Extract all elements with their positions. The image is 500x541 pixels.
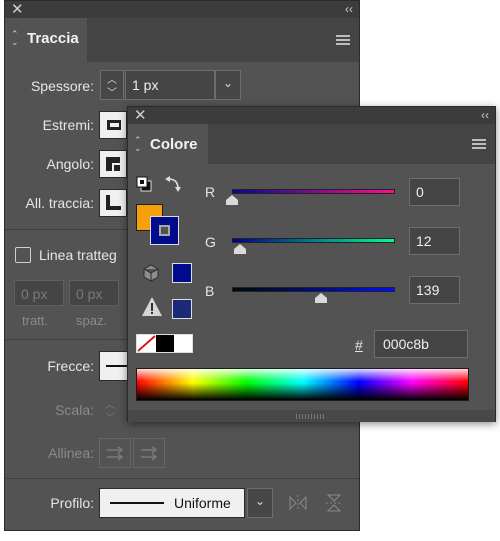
r-value: 0	[416, 184, 424, 200]
hex-label: #	[355, 337, 363, 353]
r-label: R	[205, 184, 216, 200]
resize-grip[interactable]	[128, 410, 495, 422]
close-icon[interactable]: ✕	[134, 107, 147, 124]
dashed-line-label: Linea tratteg	[39, 247, 117, 263]
none-black-white-swatches	[136, 334, 193, 353]
g-slider-track[interactable]	[232, 238, 395, 243]
align-stroke-icon	[106, 195, 121, 210]
color-panel: ✕ ‹‹ ⌃ ⌄ Colore R 0 G 12 B 139 # 000c8b	[127, 106, 496, 422]
warning-icon	[142, 297, 162, 316]
r-slider-thumb[interactable]	[226, 195, 238, 205]
white-swatch[interactable]	[174, 335, 192, 352]
b-label: B	[205, 283, 215, 299]
miter-join-button[interactable]	[99, 150, 127, 178]
weight-label: Spessore:	[30, 78, 94, 94]
weight-value: 1 px	[132, 77, 159, 93]
arrowheads-label: Frecce:	[47, 358, 94, 374]
profile-label: Profilo:	[50, 495, 94, 511]
black-swatch[interactable]	[156, 335, 174, 352]
b-slider-track[interactable]	[232, 287, 395, 292]
scale-stepper[interactable]: ︿ ﹀	[100, 396, 122, 426]
chevron-down-icon: ﹀	[105, 413, 115, 424]
dash-input-1[interactable]: 0 px	[14, 280, 64, 306]
align-arrows-label: Allinea:	[48, 445, 94, 461]
chevron-down-icon: ⌄	[223, 76, 234, 90]
panel-menu-icon[interactable]	[336, 35, 350, 45]
chevron-down-icon: ﹀	[107, 88, 117, 99]
uniform-profile-line-icon	[110, 502, 164, 504]
gap-caption: spaz.	[76, 313, 108, 328]
tab-color[interactable]: ⌃ ⌄ Colore	[128, 124, 208, 164]
g-slider-thumb[interactable]	[234, 244, 246, 254]
flip-across-icon[interactable]	[324, 493, 344, 513]
stroke-swatch[interactable]	[150, 216, 179, 245]
arrow-align-icon	[107, 446, 124, 461]
tab-arrows-icon: ⌃ ⌄	[11, 29, 19, 47]
tab-arrows-icon: ⌃ ⌄	[134, 135, 142, 153]
arrow-tip-beyond-button[interactable]	[99, 438, 131, 468]
hex-value: 000c8b	[383, 336, 429, 352]
gap-value: 0 px	[76, 286, 103, 302]
profile-dropdown-button[interactable]: ⌄	[247, 488, 273, 518]
chevron-down-icon: ⌄	[255, 494, 266, 508]
collapse-icon[interactable]: ‹‹	[481, 107, 489, 124]
r-value-input[interactable]: 0	[409, 178, 460, 206]
cube-icon	[143, 264, 159, 282]
color-spectrum[interactable]	[136, 368, 469, 401]
tab-stroke[interactable]: ⌃ ⌄ Traccia	[5, 18, 87, 62]
panel-menu-icon[interactable]	[472, 139, 486, 149]
stroke-swatch-inner	[159, 225, 170, 236]
arrow-align-icon	[141, 446, 158, 461]
profile-value: Uniforme	[174, 495, 231, 511]
default-fill-stroke-icon[interactable]	[136, 176, 152, 192]
g-value: 12	[416, 233, 432, 249]
collapse-icon[interactable]: ‹‹	[345, 1, 353, 18]
stroke-panel-topbar: ✕ ‹‹	[5, 1, 359, 18]
web-safe-color-swatch[interactable]	[172, 263, 192, 283]
color-panel-title: Colore	[150, 136, 198, 153]
stroke-tab-row: ⌃ ⌄ Traccia	[5, 18, 359, 62]
weight-input[interactable]: 1 px	[125, 70, 215, 100]
none-color-icon[interactable]	[137, 335, 156, 352]
g-value-input[interactable]: 12	[409, 227, 460, 255]
arrow-tip-at-end-button[interactable]	[133, 438, 165, 468]
caps-label: Estremi:	[42, 117, 94, 133]
align-center-button[interactable]	[99, 189, 127, 217]
swap-fill-stroke-icon[interactable]	[164, 175, 182, 193]
weight-stepper[interactable]: ︿ ﹀	[100, 70, 124, 100]
b-value: 139	[416, 282, 440, 298]
gap-input-1[interactable]: 0 px	[69, 280, 119, 306]
b-value-input[interactable]: 139	[409, 276, 460, 304]
stroke-panel-title: Traccia	[27, 30, 79, 47]
color-tab-row: ⌃ ⌄ Colore	[128, 124, 495, 164]
dash-value: 0 px	[21, 286, 48, 302]
profile-select[interactable]: Uniforme	[99, 488, 245, 518]
butt-cap-button[interactable]	[99, 111, 127, 139]
dash-caption: tratt.	[22, 313, 49, 328]
in-gamut-color-swatch[interactable]	[172, 299, 192, 319]
divider	[5, 478, 359, 479]
weight-dropdown-button[interactable]: ⌄	[215, 70, 241, 100]
corner-label: Angolo:	[46, 156, 94, 172]
close-icon[interactable]: ✕	[11, 1, 24, 18]
flip-along-icon[interactable]	[288, 493, 308, 513]
scale-label: Scala:	[55, 402, 94, 418]
dashed-line-checkbox[interactable]	[15, 247, 31, 263]
hex-input[interactable]: 000c8b	[374, 330, 468, 358]
butt-cap-icon	[107, 120, 121, 130]
r-slider-track[interactable]	[232, 189, 395, 194]
g-label: G	[205, 234, 216, 250]
color-panel-topbar: ✕ ‹‹	[128, 107, 495, 124]
grip-lines	[296, 414, 326, 419]
align-stroke-label: All. traccia:	[25, 195, 94, 211]
b-slider-thumb[interactable]	[315, 293, 327, 303]
miter-join-icon	[106, 157, 120, 171]
